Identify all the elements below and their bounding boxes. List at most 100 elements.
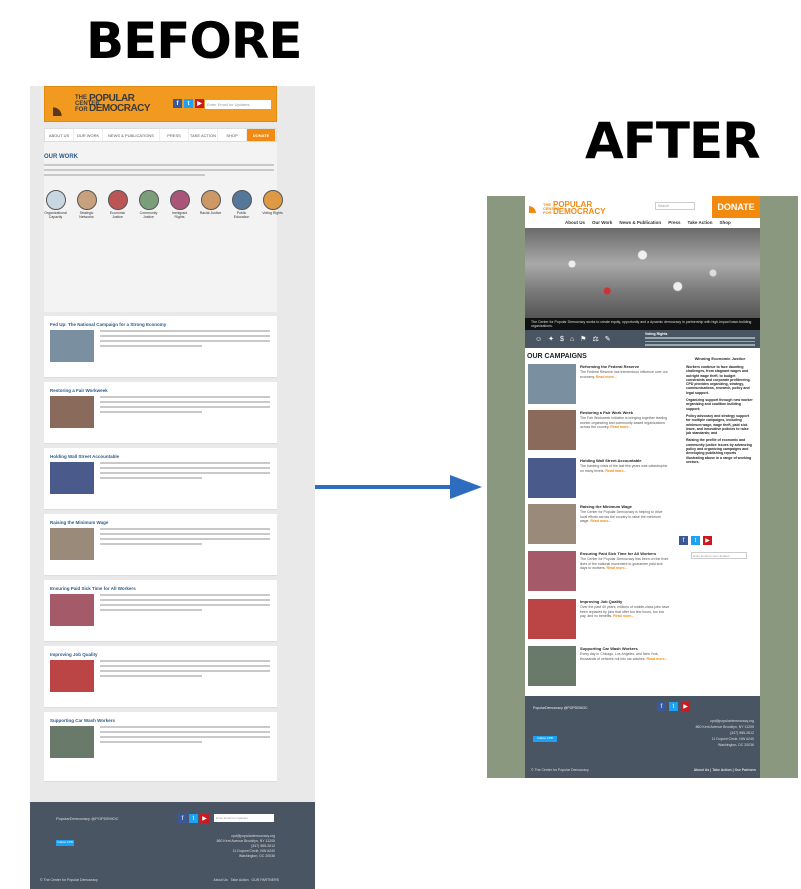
follow-button[interactable]: Follow CPD [56, 840, 74, 846]
twitter-handle[interactable]: PopularDemocracy @POPDEMOC [56, 816, 119, 821]
nav-item[interactable]: PRESS [160, 129, 189, 141]
nav-item[interactable]: OUR WORK [74, 129, 103, 141]
nav-item[interactable]: NEWS & PUBLICATIONS [103, 129, 160, 141]
footer-links: About Us | Take Action | Our Partners [693, 768, 756, 772]
issue-item[interactable]: Economic Justice [106, 190, 129, 219]
youtube-icon[interactable]: ▶ [195, 99, 204, 108]
sidebar-title: Winning Economic Justice [694, 356, 746, 361]
twitter-handle[interactable]: PopularDemocracy @POPDEMOC [533, 706, 588, 711]
email-input[interactable]: Enter Email for Updates [214, 814, 274, 822]
main-nav: About Us Our Work News & Publication Pre… [565, 220, 731, 225]
after-screenshot: THE CENTER FOR POPULAR DEMOCRACY Search … [487, 196, 798, 778]
campaign-item[interactable]: Supporting Car Wash Workers Every day in … [528, 646, 678, 690]
search-input[interactable]: Search [655, 202, 695, 210]
issue-item[interactable]: Organizational Capacity [44, 190, 67, 219]
people-icon[interactable]: ☺ [535, 336, 542, 343]
campaign-card[interactable]: Restoring a Fair Workweek [44, 382, 277, 444]
before-label: BEFORE [86, 12, 303, 70]
campaign-item[interactable]: Restoring a Fair Work Week The Fair Workw… [528, 410, 678, 454]
footer-links: About Us Take Action OUR PARTNERS [213, 878, 279, 882]
nav-item[interactable]: News & Publication [619, 220, 661, 225]
campaign-card[interactable]: Supporting Car Wash Workers [44, 712, 277, 782]
campaign-card[interactable]: Raising the Minimum Wage [44, 514, 277, 576]
twitter-icon[interactable]: t [669, 702, 678, 711]
footer-link[interactable]: Take Action [231, 878, 249, 882]
arrow-icon [312, 475, 482, 499]
campaign-card[interactable]: Ensuring Paid Sick Time for All Workers [44, 580, 277, 642]
footer-link[interactable]: About Us [213, 878, 227, 882]
youtube-icon[interactable]: ▶ [703, 536, 712, 545]
campaign-item[interactable]: Improving Job Quality Over the past 40 ye… [528, 599, 678, 643]
hero-caption: The Center for Popular Democracy works t… [525, 318, 760, 330]
facebook-icon[interactable]: f [657, 702, 666, 711]
footer-link[interactable]: OUR PARTNERS [252, 878, 280, 882]
follow-button[interactable]: Follow CPD [533, 736, 557, 742]
social-links: f t ▶ [173, 99, 204, 108]
campaign-item[interactable]: Reforming the Federal Reserve The Federal… [528, 364, 678, 408]
youtube-icon[interactable]: ▶ [681, 702, 690, 711]
nav-item[interactable]: Take Action [687, 220, 712, 225]
education-icon[interactable]: ✎ [605, 335, 611, 343]
before-screenshot: THE CENTER FOR POPULAR DEMOCRACY f t ▶ E… [30, 86, 315, 889]
campaign-item[interactable]: Ensuring Paid Sick Time for All Workers T… [528, 551, 678, 595]
dollar-icon[interactable]: $ [560, 336, 564, 343]
footer-link[interactable]: About Us [694, 768, 710, 772]
facebook-icon[interactable]: f [178, 814, 187, 823]
footer: PopularDemocracy @POPDEMOC Follow CPD ft… [30, 802, 315, 889]
twitter-icon[interactable]: t [184, 99, 193, 108]
nav-item[interactable]: Shop [719, 220, 730, 225]
cpd-logo[interactable]: THE CENTER FOR POPULAR DEMOCRACY [53, 92, 151, 118]
campaign-card[interactable]: Holding Wall Street Accountable [44, 448, 277, 510]
campaign-item[interactable]: Raising the Minimum Wage The Center for P… [528, 504, 678, 548]
issue-item[interactable]: Voting Rights [261, 190, 284, 219]
issue-item[interactable]: Community Justice [137, 190, 160, 219]
youtube-icon[interactable]: ▶ [200, 814, 209, 823]
donate-button[interactable]: DONATE [247, 129, 276, 141]
home-icon[interactable]: ⌂ [570, 336, 574, 343]
sun-icon [529, 201, 541, 213]
issue-item[interactable]: Racial Justice [199, 190, 222, 219]
nav-item[interactable]: Press [668, 220, 680, 225]
cpd-logo[interactable]: THE CENTER FOR POPULAR DEMOCRACY [529, 201, 629, 216]
issue-item[interactable]: Strategic Networks [75, 190, 98, 219]
campaign-card[interactable]: Fed Up: The National Campaign for a Stro… [44, 316, 277, 378]
email-input[interactable]: Enter Email for Updates [205, 100, 271, 109]
donate-button[interactable]: DONATE [712, 196, 760, 218]
footer-link[interactable]: Our Partners [735, 768, 756, 772]
network-icon[interactable]: ✦ [548, 335, 554, 343]
nav-item[interactable]: SHOP [218, 129, 247, 141]
issue-icons: Organizational Capacity Strategic Networ… [44, 190, 284, 219]
nav-item[interactable]: ABOUT US [45, 129, 74, 141]
nav-item[interactable]: Our Work [592, 220, 612, 225]
nav-item[interactable]: About Us [565, 220, 585, 225]
campaign-card[interactable]: Improving Job Quality [44, 646, 277, 708]
voting-rights-label: Voting Rights [645, 332, 668, 336]
nav-item[interactable]: TAKE ACTION [189, 129, 218, 141]
hero-image [525, 228, 760, 318]
logo-text: THE CENTER FOR [75, 95, 100, 113]
logo-text: POPULAR DEMOCRACY [89, 93, 151, 114]
main-nav: ABOUT US OUR WORK NEWS & PUBLICATIONS PR… [44, 128, 277, 142]
scale-icon[interactable]: ⚖ [592, 335, 598, 343]
header-banner: THE CENTER FOR POPULAR DEMOCRACY f t ▶ E… [44, 86, 277, 122]
address: cpd@populardemocracy.org 860 Kent Avenue … [695, 719, 754, 747]
campaigns-title: OUR CAMPAIGNS [527, 353, 587, 360]
flag-icon[interactable]: ⚑ [580, 335, 586, 343]
facebook-icon[interactable]: f [679, 536, 688, 545]
facebook-icon[interactable]: f [173, 99, 182, 108]
twitter-icon[interactable]: t [189, 814, 198, 823]
campaign-item[interactable]: Holding Wall Street Accountable The banki… [528, 458, 678, 502]
twitter-icon[interactable]: t [691, 536, 700, 545]
copyright: © The Center for Popular Democracy [40, 878, 98, 882]
issue-item[interactable]: Public Education [230, 190, 253, 219]
section-title: OUR WORK [44, 154, 78, 160]
page-container: THE CENTER FOR POPULAR DEMOCRACY Search … [525, 196, 760, 778]
issue-item[interactable]: Immigrant Rights [168, 190, 191, 219]
email-input[interactable]: Enter Email to Get Updates [691, 552, 747, 559]
sun-icon [53, 94, 71, 116]
footer-link[interactable]: Take Action [712, 768, 731, 772]
address: cpd@populardemocracy.org 860 Kent Avenue … [216, 834, 275, 858]
after-label: AFTER [585, 112, 761, 170]
sidebar: Winning Economic Justice Workers continu… [680, 356, 760, 467]
issue-icon-bar: ☺ ✦ $ ⌂ ⚑ ⚖ ✎ Voting Rights [525, 330, 760, 348]
